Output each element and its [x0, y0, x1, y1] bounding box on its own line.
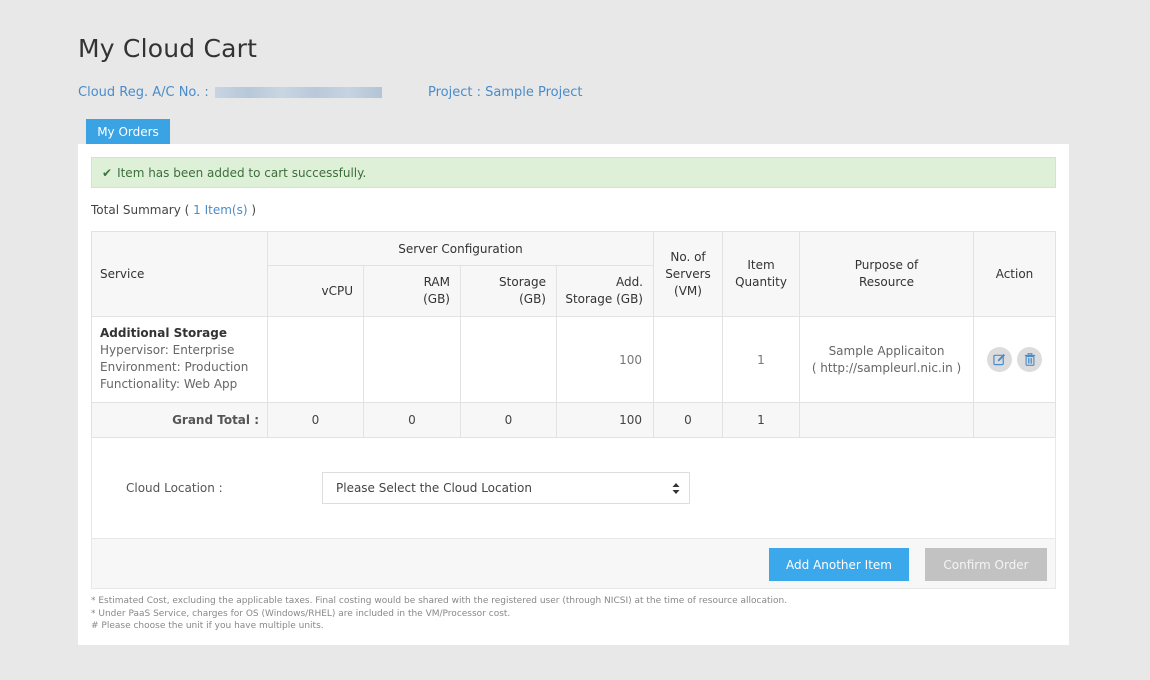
service-detail-hypervisor: Hypervisor: Enterprise: [100, 343, 235, 357]
note-estimated-cost: * Estimated Cost, excluding the applicab…: [91, 596, 788, 606]
header-purpose: Purpose of Resource: [799, 231, 974, 317]
purpose-name: Sample Applicaiton: [828, 343, 945, 358]
cloud-location-label: Cloud Location :: [126, 481, 223, 495]
cart-table: Service Server Configuration No. of Serv…: [91, 231, 1056, 438]
summary-close-paren: ): [251, 203, 257, 217]
header-no-of-servers: No. of Servers (VM): [653, 231, 723, 317]
total-quantity: 1: [722, 402, 800, 438]
table-row: Additional Storage Hypervisor: Enterpris…: [91, 316, 1056, 403]
cell-add-storage: 100: [556, 316, 654, 403]
service-name: Additional Storage: [100, 326, 227, 340]
header-vcpu: vCPU: [267, 265, 364, 317]
total-vcpu: 0: [267, 402, 364, 438]
project-label: Project : Sample Project: [428, 85, 583, 100]
account-label: Cloud Reg. A/C No. :: [78, 85, 209, 100]
header-server-configuration: Server Configuration: [267, 231, 654, 266]
header-item-quantity: Item Quantity: [722, 231, 800, 317]
note-choose-unit: # Please choose the unit if you have mul…: [91, 621, 324, 631]
tab-my-orders[interactable]: My Orders: [86, 119, 170, 144]
service-cell: Additional Storage Hypervisor: Enterpris…: [91, 316, 268, 403]
grand-total-label: Grand Total :: [91, 402, 268, 438]
total-purpose-empty: [799, 402, 974, 438]
grand-total-row: Grand Total : 0 0 0 100 0 1: [91, 402, 1056, 438]
note-paas-os: * Under PaaS Service, charges for OS (Wi…: [91, 608, 511, 619]
success-alert: ✔ Item has been added to cart successful…: [91, 157, 1056, 188]
item-count: 1 Item(s): [193, 203, 248, 217]
cell-storage: [460, 316, 557, 403]
purpose-url: ( http://sampleurl.nic.in ): [811, 360, 962, 375]
select-arrows-icon: [672, 483, 680, 494]
account-info-row: Cloud Reg. A/C No. : Project : Sample Pr…: [78, 85, 678, 100]
action-bar: Add Another Item Confirm Order: [91, 538, 1056, 589]
cell-purpose: Sample Applicaiton ( http://sampleurl.ni…: [799, 316, 974, 403]
total-storage: 0: [460, 402, 557, 438]
confirm-order-button[interactable]: Confirm Order: [925, 548, 1047, 581]
cell-ram: [363, 316, 461, 403]
check-icon: ✔: [102, 165, 113, 180]
total-ram: 0: [363, 402, 461, 438]
page-title: My Cloud Cart: [78, 34, 258, 63]
header-ram: RAM (GB): [363, 265, 461, 317]
cell-quantity: 1: [722, 316, 800, 403]
alert-message: Item has been added to cart successfully…: [117, 165, 367, 180]
total-action-empty: [973, 402, 1056, 438]
cell-servers: [653, 316, 723, 403]
total-summary: Total Summary ( 1 Item(s) ): [91, 203, 256, 217]
total-add-storage: 100: [556, 402, 654, 438]
header-storage: Storage (GB): [460, 265, 557, 317]
cloud-location-section: Cloud Location : Please Select the Cloud…: [91, 437, 1056, 538]
header-service: Service: [91, 231, 268, 317]
service-detail-functionality: Functionality: Web App: [100, 377, 238, 391]
total-servers: 0: [653, 402, 723, 438]
header-action: Action: [973, 231, 1056, 317]
add-another-item-button[interactable]: Add Another Item: [769, 548, 909, 581]
cloud-location-selected: Please Select the Cloud Location: [336, 481, 532, 495]
footnotes: * Estimated Cost, excluding the applicab…: [91, 595, 787, 633]
header-add-storage: Add. Storage (GB): [556, 265, 654, 317]
cell-actions: [973, 316, 1056, 403]
delete-icon[interactable]: [1017, 347, 1043, 372]
cart-panel: ✔ Item has been added to cart successful…: [78, 144, 1069, 645]
summary-label: Total Summary (: [91, 203, 190, 217]
account-number-masked: [214, 87, 382, 98]
cell-vcpu: [267, 316, 364, 403]
service-detail-environment: Environment: Production: [100, 360, 249, 374]
edit-icon[interactable]: [986, 347, 1012, 372]
cloud-location-select[interactable]: Please Select the Cloud Location: [322, 472, 690, 504]
